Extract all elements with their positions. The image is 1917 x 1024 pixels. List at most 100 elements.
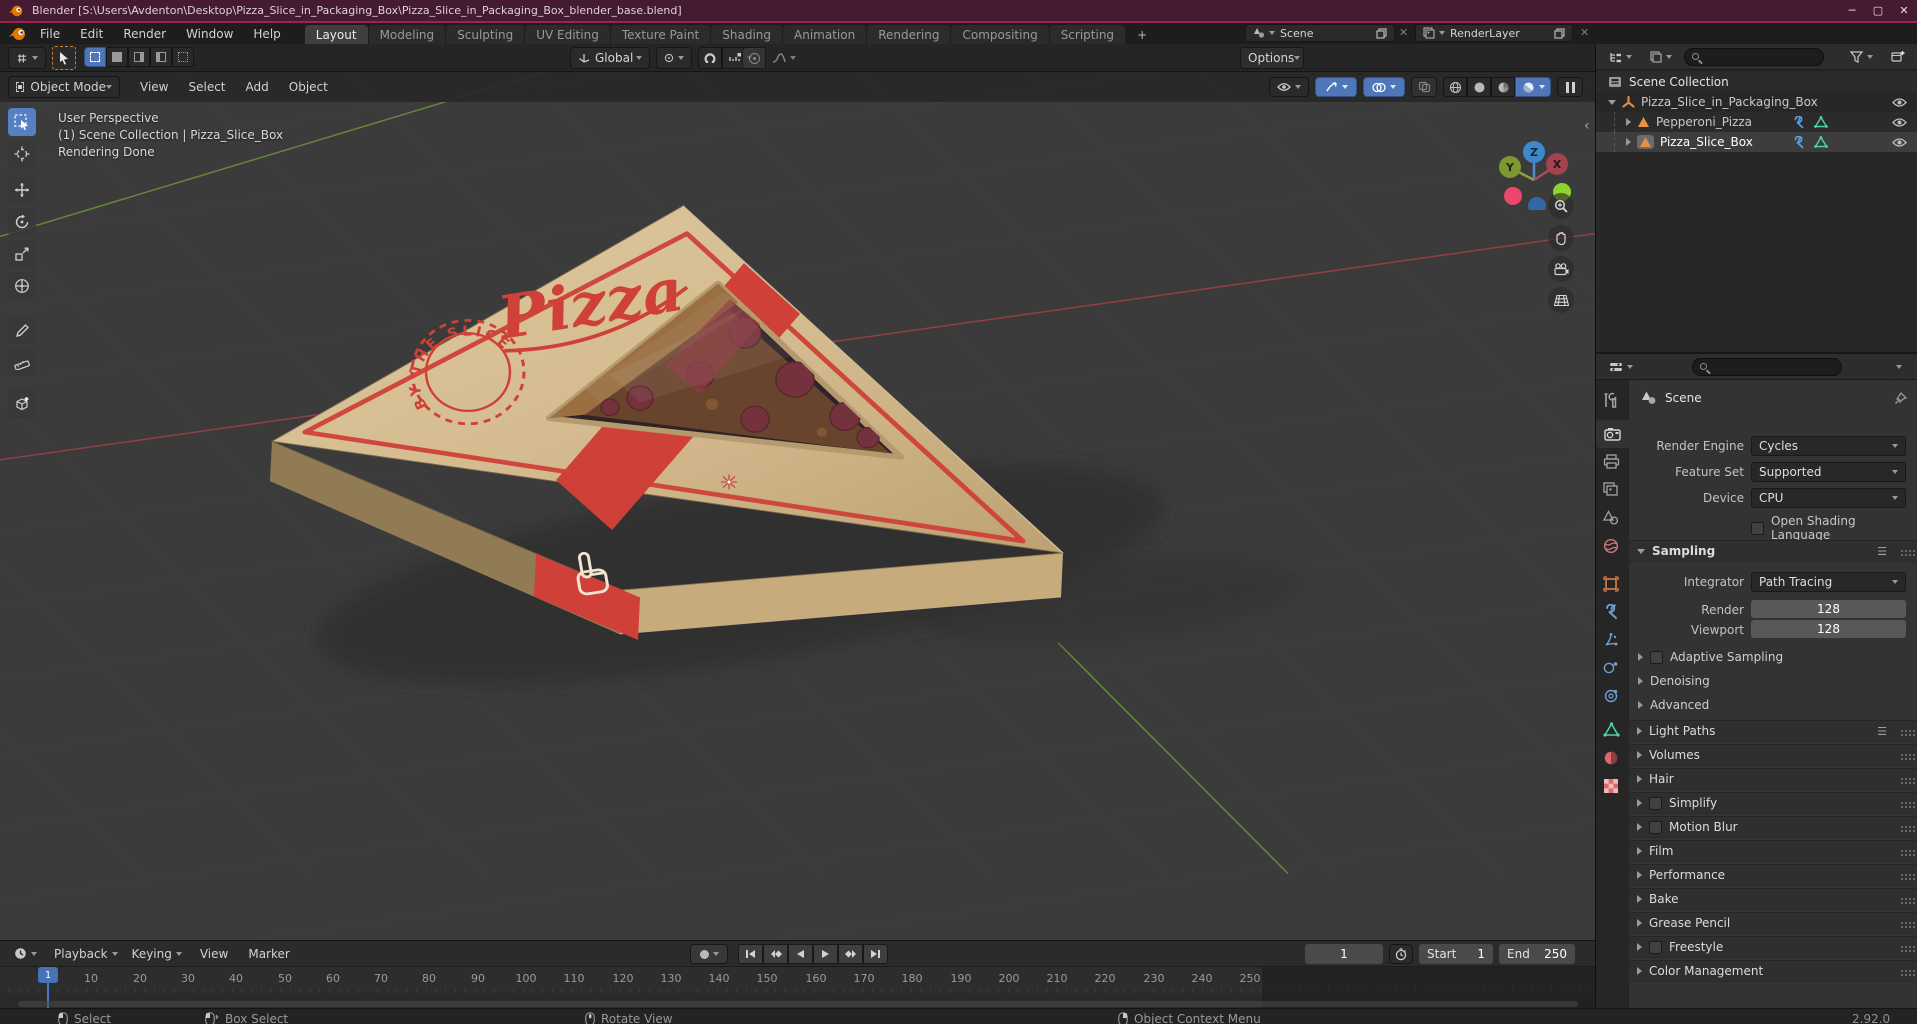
tool-select-box[interactable] <box>8 108 36 136</box>
options-dropdown[interactable]: Options <box>1240 47 1304 69</box>
tab-uv-editing[interactable]: UV Editing <box>525 25 610 44</box>
adaptive-sampling-checkbox[interactable] <box>1650 650 1663 664</box>
show-hide-dropdown[interactable] <box>1269 77 1309 97</box>
section-bake[interactable]: Bake <box>1629 888 1917 910</box>
tab-view-layer[interactable] <box>1603 482 1619 500</box>
expand-arrow-icon[interactable] <box>1626 118 1631 126</box>
timeline-menu-view[interactable]: View <box>190 943 238 964</box>
drag-dots-icon[interactable] <box>1901 922 1903 924</box>
add-workspace-button[interactable]: + <box>1126 25 1158 44</box>
transform-orientation-dropdown[interactable]: Global <box>570 47 650 69</box>
tab-constraints[interactable] <box>1603 688 1619 707</box>
start-frame-field[interactable]: Start 1 <box>1419 944 1493 964</box>
tab-compositing[interactable]: Compositing <box>951 25 1049 44</box>
osl-checkbox[interactable] <box>1751 521 1764 535</box>
tool-annotate[interactable] <box>8 316 36 344</box>
section-hair[interactable]: Hair <box>1629 768 1917 790</box>
tab-object[interactable] <box>1603 576 1619 595</box>
tab-animation[interactable]: Animation <box>783 25 867 44</box>
properties-search-input[interactable] <box>1692 357 1842 376</box>
camera-view-button[interactable] <box>1548 256 1574 282</box>
expand-arrow-icon[interactable] <box>1626 138 1631 146</box>
menu-help[interactable]: Help <box>243 23 290 44</box>
shading-material-icon[interactable] <box>1491 77 1515 97</box>
tab-scripting[interactable]: Scripting <box>1049 25 1126 44</box>
viewport-menu-select[interactable]: Select <box>178 77 235 98</box>
overlays-toggle[interactable] <box>1363 77 1405 97</box>
play-button[interactable] <box>813 944 838 964</box>
pivot-point-dropdown[interactable] <box>656 47 692 69</box>
active-tool-button[interactable] <box>52 46 76 70</box>
outliner-row-packaging-box[interactable]: Pizza_Slice_in_Packaging_Box <box>1596 92 1917 112</box>
copy-icon[interactable] <box>1554 27 1565 39</box>
eye-visibility-icon[interactable] <box>1892 117 1907 128</box>
tool-transform[interactable] <box>8 272 36 300</box>
viewport-menu-add[interactable]: Add <box>236 77 279 98</box>
copy-icon[interactable] <box>1376 27 1387 39</box>
section-performance[interactable]: Performance <box>1629 864 1917 886</box>
render-samples-field[interactable]: 128 <box>1751 600 1906 618</box>
tab-physics[interactable] <box>1603 660 1619 679</box>
tab-shading[interactable]: Shading <box>711 25 782 44</box>
timeline-menu-playback[interactable]: Playback <box>44 943 118 964</box>
section-motion-blur[interactable]: Motion Blur <box>1629 816 1917 838</box>
select-mode-intersect[interactable] <box>172 47 194 67</box>
drag-dots-icon[interactable] <box>1901 778 1903 780</box>
drag-dots-icon[interactable] <box>1901 550 1903 552</box>
select-mode-subtract[interactable] <box>128 47 150 67</box>
drag-dots-icon[interactable] <box>1901 730 1903 732</box>
tool-scale[interactable] <box>8 240 36 268</box>
drag-dots-icon[interactable] <box>1901 850 1903 852</box>
section-film[interactable]: Film <box>1629 840 1917 862</box>
breadcrumb-label[interactable]: Scene <box>1665 391 1702 405</box>
drag-dots-icon[interactable] <box>1901 754 1903 756</box>
eye-visibility-icon[interactable] <box>1892 97 1907 108</box>
tab-layout[interactable]: Layout <box>304 25 368 44</box>
preset-icon[interactable]: ☰ <box>1877 725 1887 738</box>
section-volumes[interactable]: Volumes <box>1629 744 1917 766</box>
preset-icon[interactable]: ☰ <box>1877 545 1887 558</box>
drag-dots-icon[interactable] <box>1901 970 1903 972</box>
pan-button[interactable] <box>1548 225 1574 251</box>
subsection-adaptive-sampling[interactable]: Adaptive Sampling <box>1638 650 1783 664</box>
editor-type-dropdown[interactable] <box>8 47 46 69</box>
select-mode-extend[interactable] <box>106 47 128 67</box>
tab-material[interactable] <box>1603 750 1619 769</box>
subsection-denoising[interactable]: Denoising <box>1638 674 1710 688</box>
menu-file[interactable]: File <box>30 23 70 44</box>
render-layer-selector[interactable]: RenderLayer <box>1415 24 1573 42</box>
jump-to-end-button[interactable] <box>863 944 888 964</box>
auto-keyframe-button[interactable] <box>690 944 728 964</box>
tab-texture[interactable] <box>1603 778 1619 797</box>
shading-solid-icon[interactable] <box>1467 77 1491 97</box>
shading-rendered-icon[interactable] <box>1515 77 1551 97</box>
gizmos-toggle[interactable] <box>1315 77 1357 97</box>
feature-set-dropdown[interactable]: Supported <box>1751 462 1906 482</box>
menu-window[interactable]: Window <box>176 23 243 44</box>
play-reverse-button[interactable] <box>788 944 813 964</box>
section-grease-pencil[interactable]: Grease Pencil <box>1629 912 1917 934</box>
tool-move[interactable] <box>8 176 36 204</box>
next-keyframe-button[interactable] <box>838 944 863 964</box>
outliner-row-pizza-slice-box[interactable]: Pizza_Slice_Box <box>1596 132 1917 152</box>
section-freestyle[interactable]: Freestyle <box>1629 936 1917 958</box>
freestyle-checkbox[interactable] <box>1649 940 1662 954</box>
menu-render[interactable]: Render <box>113 23 176 44</box>
tab-modifiers[interactable] <box>1603 603 1619 623</box>
menu-edit[interactable]: Edit <box>70 23 113 44</box>
blender-menu-logo-icon[interactable] <box>8 26 28 42</box>
snap-magnet-icon[interactable] <box>698 47 722 69</box>
drag-dots-icon[interactable] <box>1901 874 1903 876</box>
scene-unlink-icon[interactable]: ✕ <box>1399 26 1408 39</box>
scene-selector[interactable]: Scene <box>1245 24 1395 42</box>
tab-tool[interactable] <box>1602 392 1620 413</box>
sidebar-collapse-arrow[interactable]: ‹ <box>1584 118 1590 134</box>
viewport-3d[interactable]: BY THE SLICE Pizza Object Mode View Sele… <box>0 72 1595 940</box>
drag-dots-icon[interactable] <box>1901 802 1903 804</box>
timeline-editor-type-dropdown[interactable] <box>6 943 44 964</box>
outliner-filter-dropdown[interactable] <box>1843 46 1879 67</box>
motion-blur-checkbox[interactable] <box>1649 820 1662 834</box>
tab-particles[interactable] <box>1603 632 1619 651</box>
outliner-display-mode-dropdown[interactable] <box>1602 46 1638 67</box>
tool-measure[interactable] <box>8 348 36 376</box>
